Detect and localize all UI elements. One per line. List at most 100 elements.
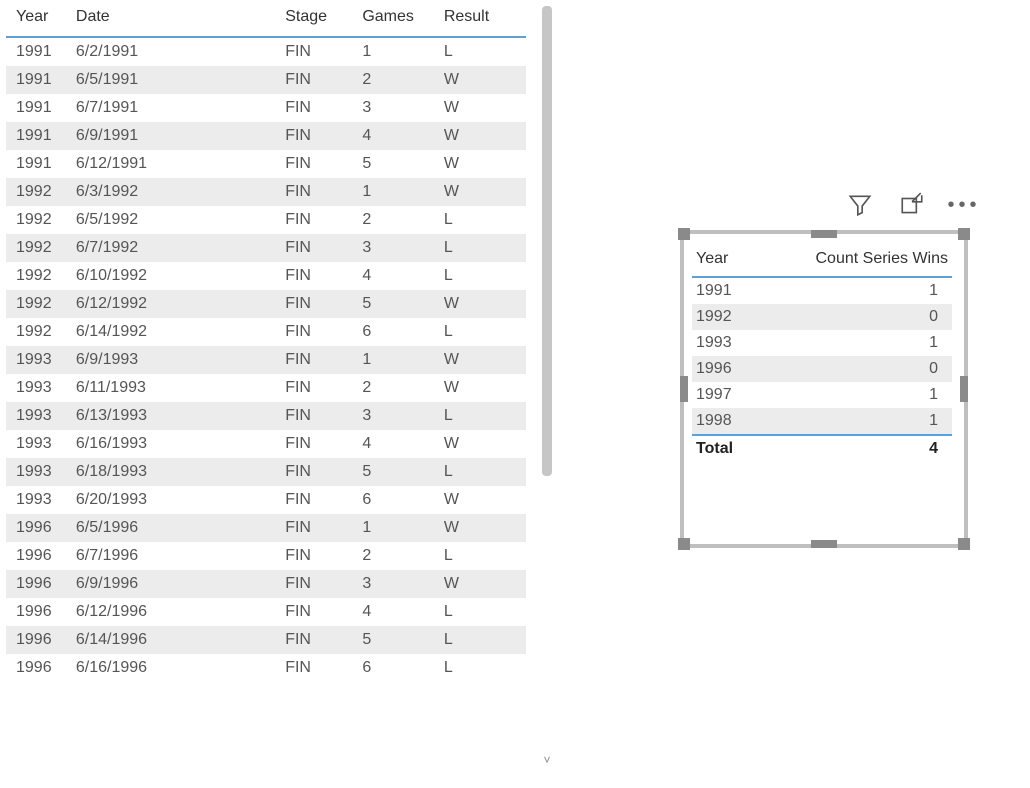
table-row[interactable]: 19981: [692, 408, 952, 435]
summary-header-row: Year Count Series Wins: [692, 244, 952, 277]
cell-date: 6/11/1993: [70, 374, 279, 402]
cell-date: 6/5/1996: [70, 514, 279, 542]
summary-cell-count: 1: [755, 408, 952, 435]
summary-cell-year: 1992: [692, 304, 755, 330]
table-row[interactable]: 19960: [692, 356, 952, 382]
cell-date: 6/9/1993: [70, 346, 279, 374]
table-row[interactable]: 19936/20/1993FIN6W: [6, 486, 526, 514]
more-options-icon[interactable]: •••: [949, 190, 979, 220]
resize-handle-br[interactable]: [958, 538, 970, 550]
table-row[interactable]: 19936/11/1993FIN2W: [6, 374, 526, 402]
scroll-down-arrow[interactable]: ˅: [540, 752, 554, 768]
col-header-games[interactable]: Games: [356, 0, 438, 37]
cell-year: 1991: [6, 37, 70, 66]
focus-mode-icon[interactable]: [897, 190, 927, 220]
cell-stage: FIN: [279, 346, 356, 374]
table-row[interactable]: 19966/9/1996FIN3W: [6, 570, 526, 598]
cell-result: W: [438, 486, 526, 514]
col-header-year[interactable]: Year: [6, 0, 70, 37]
cell-result: W: [438, 374, 526, 402]
resize-handle-tr[interactable]: [958, 228, 970, 240]
cell-stage: FIN: [279, 318, 356, 346]
summary-cell-year: 1998: [692, 408, 755, 435]
resize-handle-tl[interactable]: [678, 228, 690, 240]
table-row[interactable]: 19916/5/1991FIN2W: [6, 66, 526, 94]
cell-year: 1992: [6, 318, 70, 346]
table-row[interactable]: 19936/13/1993FIN3L: [6, 402, 526, 430]
cell-stage: FIN: [279, 374, 356, 402]
summary-col-year[interactable]: Year: [692, 244, 755, 277]
cell-date: 6/7/1992: [70, 234, 279, 262]
cell-stage: FIN: [279, 150, 356, 178]
table-row[interactable]: 19936/18/1993FIN5L: [6, 458, 526, 486]
cell-games: 3: [356, 234, 438, 262]
cell-date: 6/7/1996: [70, 542, 279, 570]
col-header-stage[interactable]: Stage: [279, 0, 356, 37]
cell-date: 6/16/1996: [70, 654, 279, 682]
scroll-thumb[interactable]: [542, 6, 552, 476]
resize-handle-bl[interactable]: [678, 538, 690, 550]
summary-cell-year: 1997: [692, 382, 755, 408]
table-row[interactable]: 19936/16/1993FIN4W: [6, 430, 526, 458]
cell-date: 6/20/1993: [70, 486, 279, 514]
games-table-scrollbar[interactable]: ˄ ˅: [540, 6, 554, 766]
filter-icon[interactable]: [845, 190, 875, 220]
summary-total-label: Total: [692, 435, 755, 462]
table-row[interactable]: 19926/5/1992FIN2L: [6, 206, 526, 234]
cell-result: W: [438, 290, 526, 318]
cell-stage: FIN: [279, 37, 356, 66]
cell-result: W: [438, 346, 526, 374]
resize-handle-bottom[interactable]: [811, 540, 837, 548]
table-row[interactable]: 19916/2/1991FIN1L: [6, 37, 526, 66]
cell-games: 6: [356, 486, 438, 514]
cell-year: 1996: [6, 654, 70, 682]
cell-result: W: [438, 178, 526, 206]
table-row[interactable]: 19926/14/1992FIN6L: [6, 318, 526, 346]
table-row[interactable]: 19971: [692, 382, 952, 408]
ellipsis-icon: •••: [948, 194, 981, 217]
cell-stage: FIN: [279, 626, 356, 654]
cell-date: 6/9/1996: [70, 570, 279, 598]
table-row[interactable]: 19931: [692, 330, 952, 356]
resize-handle-right[interactable]: [960, 376, 968, 402]
table-row[interactable]: 19966/14/1996FIN5L: [6, 626, 526, 654]
table-row[interactable]: 19966/5/1996FIN1W: [6, 514, 526, 542]
cell-result: W: [438, 150, 526, 178]
cell-year: 1992: [6, 178, 70, 206]
table-row[interactable]: 19936/9/1993FIN1W: [6, 346, 526, 374]
summary-cell-count: 0: [755, 356, 952, 382]
summary-total-row: Total4: [692, 435, 952, 462]
cell-year: 1993: [6, 458, 70, 486]
col-header-result[interactable]: Result: [438, 0, 526, 37]
cell-year: 1991: [6, 150, 70, 178]
report-canvas: Year Date Stage Games Result 19916/2/199…: [0, 0, 1030, 788]
cell-year: 1993: [6, 402, 70, 430]
cell-result: L: [438, 626, 526, 654]
resize-handle-left[interactable]: [680, 376, 688, 402]
table-row[interactable]: 19966/7/1996FIN2L: [6, 542, 526, 570]
table-row[interactable]: 19916/12/1991FIN5W: [6, 150, 526, 178]
col-header-date[interactable]: Date: [70, 0, 279, 37]
table-row[interactable]: 19926/12/1992FIN5W: [6, 290, 526, 318]
resize-handle-top[interactable]: [811, 230, 837, 238]
table-row[interactable]: 19926/7/1992FIN3L: [6, 234, 526, 262]
summary-table-visual[interactable]: Year Count Series Wins 19911199201993119…: [680, 230, 968, 548]
cell-stage: FIN: [279, 486, 356, 514]
visual-header-toolbar: •••: [845, 190, 979, 220]
summary-col-count[interactable]: Count Series Wins: [755, 244, 952, 277]
cell-result: L: [438, 542, 526, 570]
table-row[interactable]: 19926/3/1992FIN1W: [6, 178, 526, 206]
table-row[interactable]: 19926/10/1992FIN4L: [6, 262, 526, 290]
table-row[interactable]: 19966/12/1996FIN4L: [6, 598, 526, 626]
table-row[interactable]: 19920: [692, 304, 952, 330]
cell-result: W: [438, 66, 526, 94]
table-row[interactable]: 19966/16/1996FIN6L: [6, 654, 526, 682]
cell-games: 5: [356, 290, 438, 318]
summary-total-value: 4: [755, 435, 952, 462]
table-row[interactable]: 19911: [692, 277, 952, 304]
cell-year: 1996: [6, 514, 70, 542]
games-table-visual[interactable]: Year Date Stage Games Result 19916/2/199…: [6, 0, 526, 780]
cell-result: L: [438, 654, 526, 682]
table-row[interactable]: 19916/9/1991FIN4W: [6, 122, 526, 150]
table-row[interactable]: 19916/7/1991FIN3W: [6, 94, 526, 122]
